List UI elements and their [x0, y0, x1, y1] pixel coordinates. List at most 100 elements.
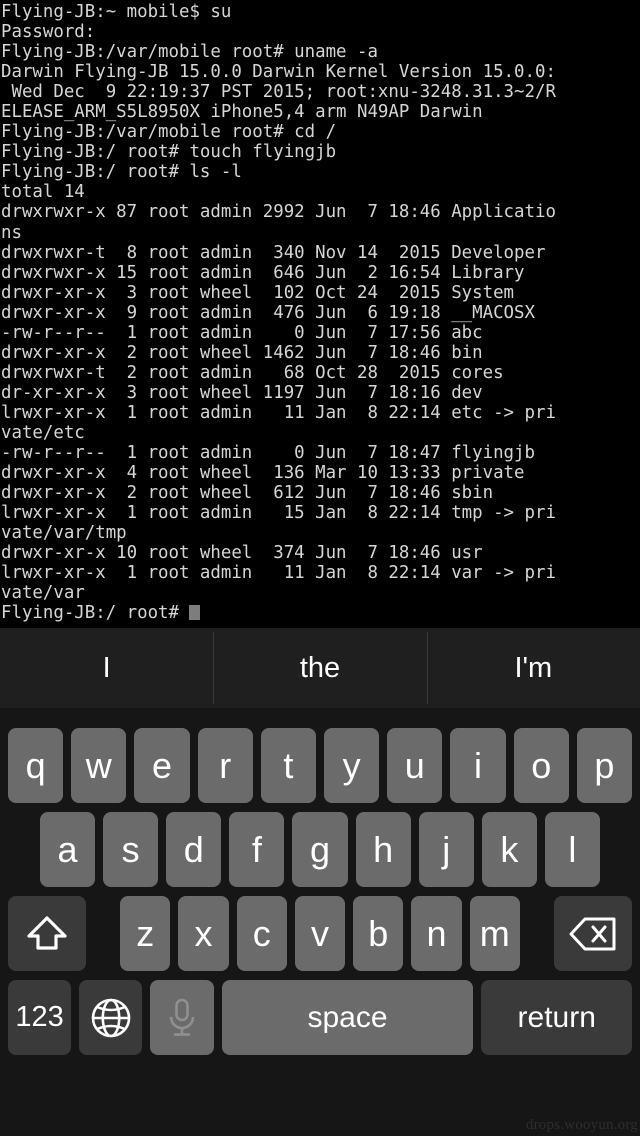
key-label: z	[136, 912, 155, 954]
key-label: r	[219, 744, 232, 786]
return-key[interactable]: return	[481, 980, 633, 1055]
key-label: h	[373, 828, 394, 870]
terminal-line: vate/var/tmp	[1, 523, 127, 544]
dictation-key[interactable]	[150, 980, 214, 1055]
key-label: i	[474, 744, 483, 786]
key-label: f	[251, 828, 262, 870]
row3-m[interactable]: m	[469, 896, 520, 971]
suggestion-item-2[interactable]: I'm	[426, 628, 640, 708]
row1-q[interactable]: q	[8, 728, 64, 803]
terminal-prompt-text: Flying-JB:/ root#	[1, 603, 190, 624]
globe-icon	[89, 996, 133, 1040]
predictive-text-bar: I the I'm	[0, 628, 640, 708]
terminal-line: total 14	[1, 182, 85, 203]
row3-c[interactable]: c	[236, 896, 287, 971]
watermark: drops.wooyun.org	[525, 1117, 638, 1133]
row1-r[interactable]: r	[197, 728, 253, 803]
row3-left-spacer	[90, 896, 116, 971]
terminal-prompt-line: Flying-JB:/ root#	[1, 603, 640, 623]
terminal-line: drwxrwxr-t 2 root admin 68 Oct 28 2015 c…	[1, 362, 504, 383]
row1-w[interactable]: w	[71, 728, 127, 803]
row2-s[interactable]: s	[103, 812, 159, 887]
terminal-line: Password:	[1, 22, 96, 43]
row3-b[interactable]: b	[353, 896, 404, 971]
key-label: d	[183, 828, 204, 870]
row1-t[interactable]: t	[260, 728, 317, 803]
terminal-line: lrwxr-xr-x 1 root admin 15 Jan 8 22:14 t…	[1, 503, 556, 524]
terminal-line: Flying-JB:/var/mobile root# uname -a	[1, 42, 378, 63]
shift-key[interactable]	[8, 896, 86, 971]
terminal-line: drwxr-xr-x 3 root wheel 102 Oct 24 2015 …	[1, 282, 515, 303]
row2-k[interactable]: k	[481, 812, 537, 887]
key-label: j	[442, 828, 451, 870]
row1-p[interactable]: p	[576, 728, 633, 803]
terminal-line: Flying-JB:~ mobile$ su	[1, 2, 232, 22]
keyboard-row-1: qwe r t y u i op	[0, 728, 640, 803]
phone-screen: Flying-JB:~ mobile$ su Password: Flying-JB…	[0, 0, 640, 1136]
suggestion-item-0[interactable]: I	[0, 628, 213, 708]
row2-g[interactable]: g	[292, 812, 348, 887]
terminal-line: drwxrwxr-x 15 root admin 646 Jun 2 16:54…	[1, 262, 525, 283]
keyboard-row-2: asd f g h j kl	[0, 812, 640, 887]
row3-n[interactable]: n	[411, 896, 462, 971]
numeric-mode-label: 123	[15, 1001, 64, 1033]
terminal-line: drwxrwxr-t 8 root admin 340 Nov 14 2015 …	[1, 242, 546, 263]
numeric-mode-key[interactable]: 123	[8, 980, 72, 1055]
terminal-line: -rw-r--r-- 1 root admin 0 Jun 7 18:47 fl…	[1, 443, 535, 464]
row1-e[interactable]: e	[134, 728, 190, 803]
onscreen-keyboard[interactable]: I the I'm qwe rtyuiop asd f g h j kl zx c v b …	[0, 628, 640, 1136]
terminal-line: -rw-r--r-- 1 root admin 0 Jun 7 17:56 ab…	[1, 322, 483, 343]
key-label: b	[368, 912, 389, 954]
row3-x[interactable]: x	[178, 896, 229, 971]
key-label: y	[342, 744, 361, 786]
terminal-line: Wed Dec 9 22:19:37 PST 2015; root:xnu-32…	[1, 82, 556, 103]
row1-o[interactable]: o	[513, 728, 569, 803]
terminal-line: drwxrwxr-x 87 root admin 2992 Jun 7 18:4…	[1, 202, 556, 223]
suggestion-label: the	[299, 651, 341, 684]
backspace-icon	[568, 915, 618, 953]
row3-z[interactable]: z	[120, 896, 171, 971]
terminal-line: dr-xr-xr-x 3 root wheel 1197 Jun 7 18:16…	[1, 382, 483, 403]
key-label: v	[310, 912, 329, 954]
suggestion-label: I	[102, 651, 111, 684]
keyboard-row-3: zxcvbnm	[0, 896, 640, 971]
row1-i[interactable]: i	[450, 728, 506, 803]
row2-l[interactable]: l	[544, 812, 600, 887]
row2-d[interactable]: d	[166, 812, 222, 887]
key-label: a	[57, 828, 78, 870]
space-label: space	[307, 1000, 388, 1034]
row2-f[interactable]: f	[229, 812, 285, 887]
row2-h[interactable]: h	[355, 812, 411, 887]
terminal-cursor	[189, 605, 201, 621]
key-label: k	[500, 828, 519, 870]
key-label: c	[252, 912, 271, 954]
key-label: m	[479, 912, 510, 954]
terminal-line: vate/etc	[1, 422, 85, 443]
terminal-line: vate/var	[1, 583, 85, 604]
space-key[interactable]: space	[221, 980, 474, 1055]
key-label: e	[151, 744, 173, 786]
terminal-line-list: Flying-JB:~ mobile$ su Password: Flying-JB…	[1, 2, 640, 603]
row1-u[interactable]: u	[387, 728, 443, 803]
key-label: g	[309, 828, 330, 870]
keyboard-row-4: 123 space return	[0, 980, 640, 1055]
suggestion-label: I'm	[514, 651, 553, 684]
row2-j[interactable]: j	[418, 812, 474, 887]
row2-a[interactable]: a	[40, 812, 96, 887]
backspace-key[interactable]	[554, 896, 632, 971]
key-label: w	[85, 744, 112, 786]
globe-key[interactable]	[79, 980, 143, 1055]
suggestion-item-1[interactable]: the	[213, 628, 426, 708]
terminal-line: drwxr-xr-x 2 root wheel 1462 Jun 7 18:46…	[1, 342, 483, 363]
key-label: p	[594, 744, 615, 786]
row1-y[interactable]: y	[324, 728, 380, 803]
terminal-line: Darwin Flying-JB 15.0.0 Darwin Kernel Ve…	[1, 62, 556, 83]
terminal-line: drwxr-xr-x 4 root wheel 136 Mar 10 13:33…	[1, 463, 525, 484]
microphone-icon	[165, 996, 199, 1040]
key-label: n	[426, 912, 447, 954]
terminal-output[interactable]: Flying-JB:~ mobile$ su Password: Flying-JB…	[0, 0, 640, 628]
terminal-line: lrwxr-xr-x 1 root admin 11 Jan 8 22:14 e…	[1, 402, 556, 423]
terminal-line: lrwxr-xr-x 1 root admin 11 Jan 8 22:14 v…	[1, 563, 556, 584]
row3-v[interactable]: v	[294, 896, 346, 971]
return-label: return	[517, 1000, 596, 1034]
